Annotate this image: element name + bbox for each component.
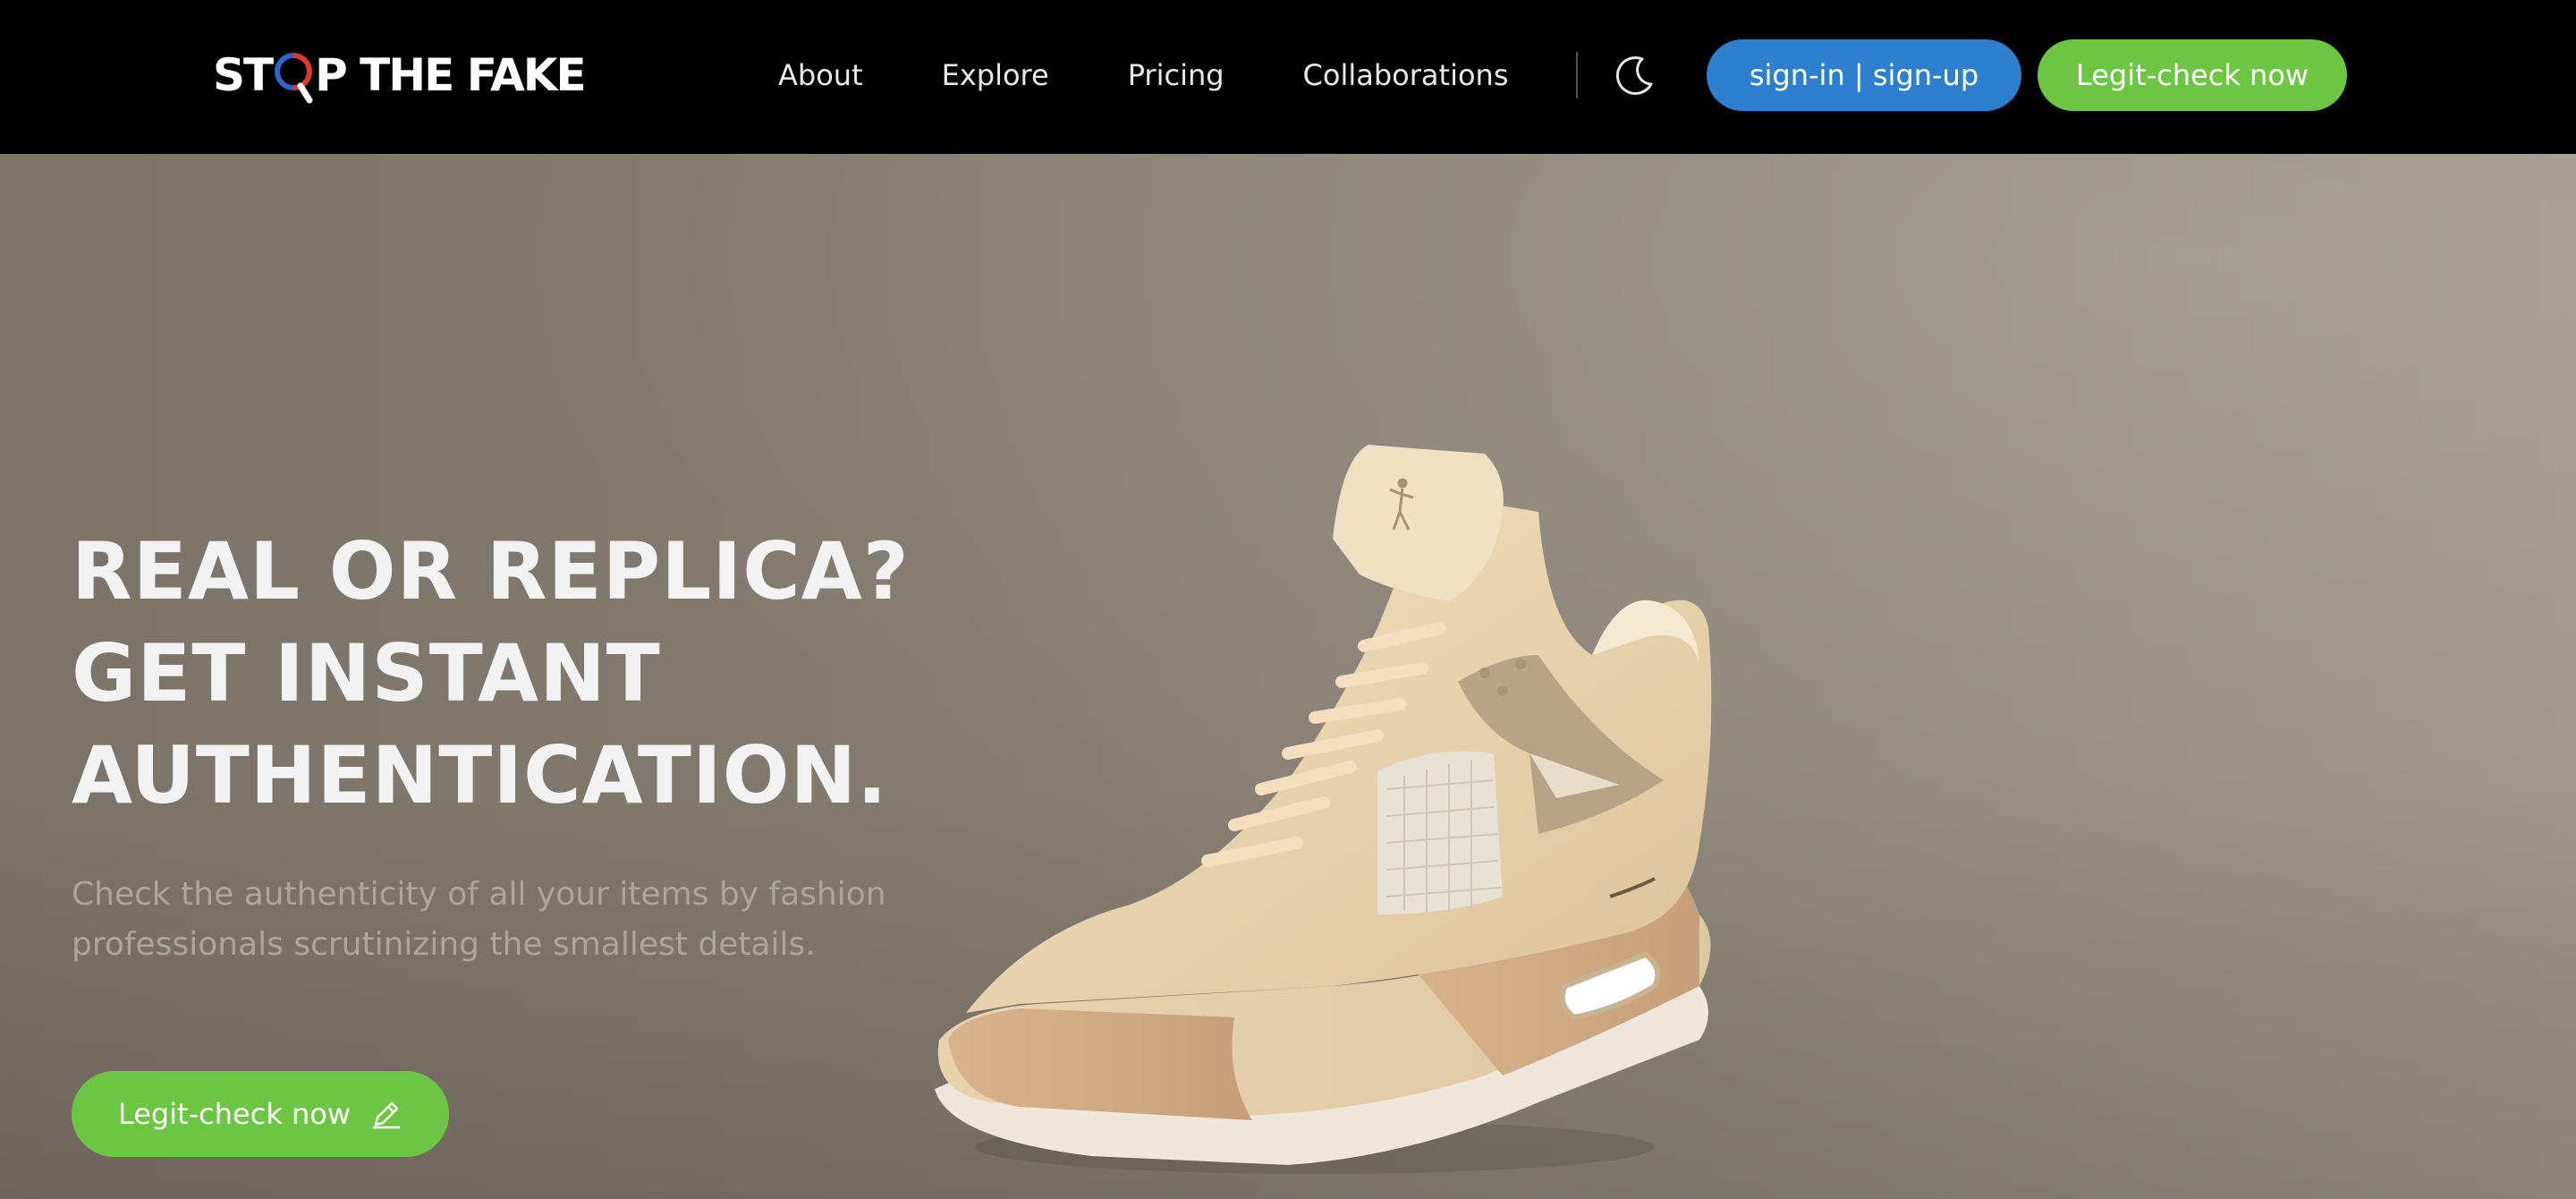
hero-legit-check-button[interactable]: Legit-check now bbox=[72, 1071, 449, 1157]
logo-text-right: P THE FAKE bbox=[315, 49, 587, 101]
moon-icon[interactable] bbox=[1612, 52, 1658, 98]
pencil-icon bbox=[370, 1098, 402, 1130]
hero-legit-check-label: Legit-check now bbox=[117, 1097, 352, 1131]
stop-the-fake-logo[interactable]: ST P THE FAKE bbox=[213, 43, 587, 107]
nav-divider bbox=[1576, 52, 1578, 98]
hero-headline: REAL OR REPLICA? GET INSTANT AUTHENTICAT… bbox=[72, 525, 910, 821]
magnifier-logo-icon bbox=[274, 50, 313, 104]
signin-signup-button[interactable]: sign-in | sign-up bbox=[1707, 39, 2021, 111]
main-nav: About Explore Pricing Collaborations bbox=[778, 47, 1508, 104]
hero-section: REAL OR REPLICA? GET INSTANT AUTHENTICAT… bbox=[0, 154, 2576, 1199]
nav-link-pricing[interactable]: Pricing bbox=[1128, 58, 1224, 92]
hero-subtitle: Check the authenticity of all your items… bbox=[72, 876, 886, 963]
nav-link-collaborations[interactable]: Collaborations bbox=[1303, 58, 1509, 92]
logo-text-left: ST bbox=[213, 49, 274, 101]
legit-check-now-button[interactable]: Legit-check now bbox=[2038, 39, 2347, 111]
top-navbar: ST P THE FAKE About Explore Pricing Coll… bbox=[0, 0, 2576, 154]
nav-link-about[interactable]: About bbox=[778, 58, 863, 92]
nav-link-explore[interactable]: Explore bbox=[942, 58, 1049, 92]
